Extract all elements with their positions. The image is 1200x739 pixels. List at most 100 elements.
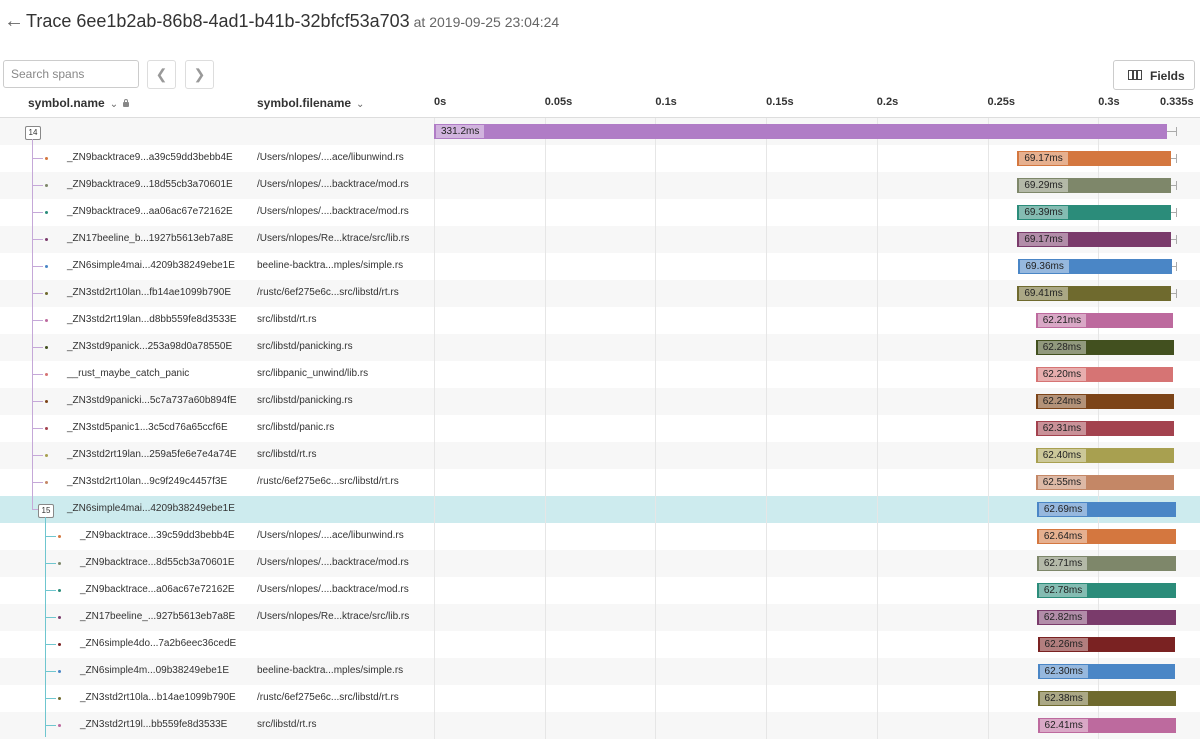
span-row[interactable]: _ZN3std9panick...253a98d0a78550E src/libs… — [0, 334, 1200, 361]
span-duration-bar[interactable]: 62.28ms — [1035, 340, 1174, 355]
timeline-gridline — [876, 361, 878, 388]
span-duration-bar[interactable]: 62.41ms — [1037, 718, 1176, 733]
span-duration-bar[interactable]: 62.55ms — [1035, 475, 1175, 490]
timeline-gridline — [655, 577, 657, 604]
span-row[interactable]: _ZN9backtrace...8d55cb3a70601E/Users/nlo… — [0, 550, 1200, 577]
span-duration-label: 331.2ms — [436, 125, 485, 138]
span-duration-label: 62.71ms — [1038, 557, 1088, 570]
timeline-gridline — [987, 226, 989, 253]
span-duration-bar[interactable]: 69.41ms — [1017, 286, 1172, 301]
span-duration-label: 62.26ms — [1039, 638, 1088, 651]
timeline-gridline — [434, 577, 435, 604]
timeline-gridline — [987, 172, 989, 199]
timeline-gridline — [987, 280, 989, 307]
span-dot-icon — [45, 427, 48, 430]
timeline-gridline — [766, 145, 768, 172]
span-row[interactable]: _ZN9backtrace...a06ac67e72162E/Users/nlo… — [0, 577, 1200, 604]
span-row[interactable]: _ZN17beeline_b...1927b5613eb7a8E/Users/n… — [0, 226, 1200, 253]
span-duration-bar[interactable]: 69.29ms — [1017, 178, 1171, 193]
span-name: _ZN9backtrace9...18d55cb3a70601E — [67, 179, 233, 190]
span-row[interactable]: _ZN9backtrace9...aa06ac67e72162E/Users/n… — [0, 199, 1200, 226]
span-duration-label: 69.41ms — [1019, 287, 1068, 300]
span-duration-bar[interactable]: 62.38ms — [1037, 691, 1176, 706]
span-duration-bar[interactable]: 62.69ms — [1036, 502, 1176, 517]
span-duration-bar[interactable]: 62.71ms — [1036, 556, 1176, 571]
span-row[interactable]: _ZN3std2rt19lan...259a5fe6e7e4a74E src/li… — [0, 442, 1200, 469]
tree-line-child — [45, 517, 46, 737]
lock-icon — [123, 99, 130, 107]
span-row[interactable]: _ZN6simple4mai...4209b38249ebe1E beeline-… — [0, 253, 1200, 280]
next-result-button[interactable]: ❯ — [185, 60, 214, 89]
timeline-gridline — [434, 415, 435, 442]
span-duration-bar[interactable]: 62.82ms — [1036, 610, 1176, 625]
span-row[interactable]: _ZN9backtrace9...a39c59dd3bebb4E/Users/n… — [0, 145, 1200, 172]
timeline-gridline — [766, 307, 768, 334]
span-duration-bar[interactable]: 62.78ms — [1036, 583, 1176, 598]
span-whisker-cap — [1175, 181, 1177, 190]
span-name: __rust_maybe_catch_panic — [67, 368, 190, 379]
tree-branch-root — [32, 347, 43, 348]
tree-branch-root — [32, 428, 43, 429]
span-dot-icon — [58, 697, 61, 700]
span-duration-bar[interactable]: 62.20ms — [1035, 367, 1174, 382]
span-duration-bar[interactable]: 69.36ms — [1018, 259, 1173, 274]
span-dot-icon — [58, 589, 61, 592]
span-filename: /Users/nlopes/Re...ktrace/src/lib.rs — [257, 233, 410, 244]
span-row[interactable]: _ZN6simple4do...7a2b6eec36cedE 62.26ms — [0, 631, 1200, 658]
chevron-right-icon: ❯ — [193, 66, 206, 82]
span-name: _ZN3std2rt19lan...d8bb559fe8d3533E — [67, 314, 237, 325]
span-row[interactable]: _ZN9backtrace...39c59dd3bebb4E/Users/nlo… — [0, 523, 1200, 550]
span-duration-bar[interactable]: 62.31ms — [1035, 421, 1174, 436]
tree-branch-root — [32, 374, 43, 375]
span-row[interactable]: _ZN3std2rt10la...b14ae1099b790E/rustc/6e… — [0, 685, 1200, 712]
span-row[interactable]: _ZN17beeline_...927b5613eb7a8E/Users/nlo… — [0, 604, 1200, 631]
span-row[interactable]: _ZN3std2rt10lan...9c9f249c4457f3E/rustc/… — [0, 469, 1200, 496]
span-duration-bar[interactable]: 69.17ms — [1017, 232, 1171, 247]
span-name: _ZN3std2rt10lan...9c9f249c4457f3E — [67, 476, 228, 487]
span-duration-bar[interactable]: 331.2ms — [434, 124, 1168, 139]
span-dot-icon — [58, 643, 61, 646]
span-row[interactable]: 15 _ZN6simple4mai...4209b38249ebe1E 62.69m… — [0, 496, 1200, 523]
span-duration-bar[interactable]: 69.17ms — [1017, 151, 1171, 166]
span-row[interactable]: _ZN3std2rt19l...bb559fe8d3533E src/libstd… — [0, 712, 1200, 739]
column-header-name[interactable]: symbol.name ⌄ — [28, 96, 130, 110]
span-dot-icon — [45, 400, 48, 403]
column-header-file[interactable]: symbol.filename ⌄ — [257, 96, 364, 110]
span-duration-label: 62.24ms — [1037, 395, 1087, 408]
timeline-gridline — [766, 280, 768, 307]
span-duration-bar[interactable]: 62.21ms — [1035, 313, 1174, 328]
span-duration-label: 62.40ms — [1037, 449, 1087, 462]
span-row[interactable]: _ZN3std2rt10lan...fb14ae1099b790E/rustc/… — [0, 280, 1200, 307]
span-duration-bar[interactable]: 62.26ms — [1037, 637, 1176, 652]
span-duration-bar[interactable]: 62.40ms — [1035, 448, 1174, 463]
span-duration-bar[interactable]: 69.39ms — [1017, 205, 1171, 220]
span-row[interactable]: 14 331.2ms — [0, 118, 1200, 145]
span-row[interactable]: _ZN3std5panic1...3c5cd76a65ccf6E src/libs… — [0, 415, 1200, 442]
span-duration-bar[interactable]: 62.24ms — [1035, 394, 1174, 409]
timeline-gridline — [987, 712, 989, 739]
collapse-children-badge[interactable]: 15 — [38, 504, 54, 518]
tree-branch-root — [32, 401, 43, 402]
search-spans-input[interactable] — [3, 60, 139, 88]
chevron-left-icon: ❮ — [155, 66, 168, 82]
span-name: _ZN9backtrace9...a39c59dd3bebb4E — [67, 152, 233, 163]
span-row[interactable]: _ZN9backtrace9...18d55cb3a70601E/Users/n… — [0, 172, 1200, 199]
span-row[interactable]: _ZN3std2rt19lan...d8bb559fe8d3533E src/li… — [0, 307, 1200, 334]
chevron-down-icon[interactable]: ⌄ — [110, 99, 118, 110]
span-duration-bar[interactable]: 62.64ms — [1036, 529, 1176, 544]
span-whisker-cap — [1175, 235, 1177, 244]
collapse-children-badge[interactable]: 14 — [25, 126, 41, 140]
tree-branch-root — [32, 320, 43, 321]
span-filename: src/libpanic_unwind/lib.rs — [257, 368, 369, 379]
span-row[interactable]: __rust_maybe_catch_panic src/libpanic_unw… — [0, 361, 1200, 388]
back-arrow-icon[interactable]: ← — [4, 10, 24, 32]
span-filename: src/libstd/panicking.rs — [257, 395, 353, 406]
span-duration-bar[interactable]: 62.30ms — [1037, 664, 1176, 679]
prev-result-button[interactable]: ❮ — [147, 60, 176, 89]
fields-button[interactable]: Fields — [1113, 60, 1195, 90]
span-name: _ZN9backtrace...a06ac67e72162E — [80, 584, 235, 595]
chevron-down-icon[interactable]: ⌄ — [356, 99, 364, 110]
span-row[interactable]: _ZN6simple4m...09b38249ebe1E beeline-back… — [0, 658, 1200, 685]
timeline-gridline — [434, 334, 435, 361]
span-row[interactable]: _ZN3std9panicki...5c7a737a60b894fE src/li… — [0, 388, 1200, 415]
